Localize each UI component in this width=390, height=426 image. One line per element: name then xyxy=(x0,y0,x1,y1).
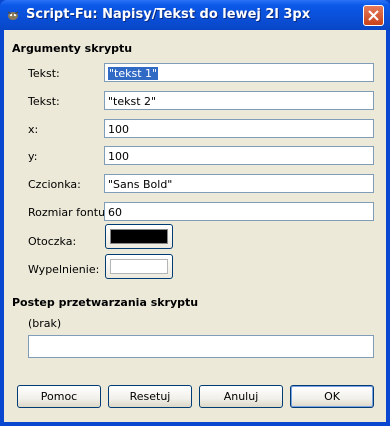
font-size-label: Rozmiar fontu: xyxy=(28,206,109,219)
close-icon xyxy=(368,10,379,21)
outline-label: Otoczka: xyxy=(28,235,77,248)
dialog-body: Argumenty skryptu Tekst: "tekst 1" Tekst… xyxy=(4,30,386,422)
window-title: Script-Fu: Napisy/Tekst do lewej 2l 3px xyxy=(26,7,311,22)
ok-button[interactable]: OK xyxy=(290,385,374,408)
x-label: x: xyxy=(28,123,39,136)
reset-button[interactable]: Resetuj xyxy=(108,385,192,408)
help-button[interactable]: Pomoc xyxy=(17,385,101,408)
args-section-title: Argumenty skryptu xyxy=(12,42,133,55)
font-input[interactable]: "Sans Bold" xyxy=(104,174,374,193)
font-label: Czcionka: xyxy=(28,178,81,191)
outline-color-button[interactable] xyxy=(105,224,173,249)
text2-label: Tekst: xyxy=(28,95,60,108)
font-size-input[interactable]: 60 xyxy=(104,202,374,221)
title-bar[interactable]: Script-Fu: Napisy/Tekst do lewej 2l 3px xyxy=(0,0,390,30)
text1-value: "tekst 1" xyxy=(108,67,159,80)
text2-input[interactable]: "tekst 2" xyxy=(104,91,374,110)
dialog-window: Script-Fu: Napisy/Tekst do lewej 2l 3px … xyxy=(0,0,390,426)
y-label: y: xyxy=(28,150,38,163)
cancel-button[interactable]: Anuluj xyxy=(199,385,283,408)
x-input[interactable]: 100 xyxy=(104,119,374,138)
close-button[interactable] xyxy=(363,5,384,26)
gimp-icon xyxy=(7,11,19,20)
y-input[interactable]: 100 xyxy=(104,146,374,165)
fill-label: Wypelnienie: xyxy=(28,263,100,276)
fill-color-button[interactable] xyxy=(105,254,173,279)
progress-bar xyxy=(28,335,374,358)
progress-status: (brak) xyxy=(28,317,62,330)
progress-section-title: Postep przetwarzania skryptu xyxy=(12,296,199,309)
outline-color-swatch xyxy=(110,229,168,244)
text1-input[interactable]: "tekst 1" xyxy=(104,63,374,82)
fill-color-swatch xyxy=(110,259,168,274)
text1-label: Tekst: xyxy=(28,67,60,80)
